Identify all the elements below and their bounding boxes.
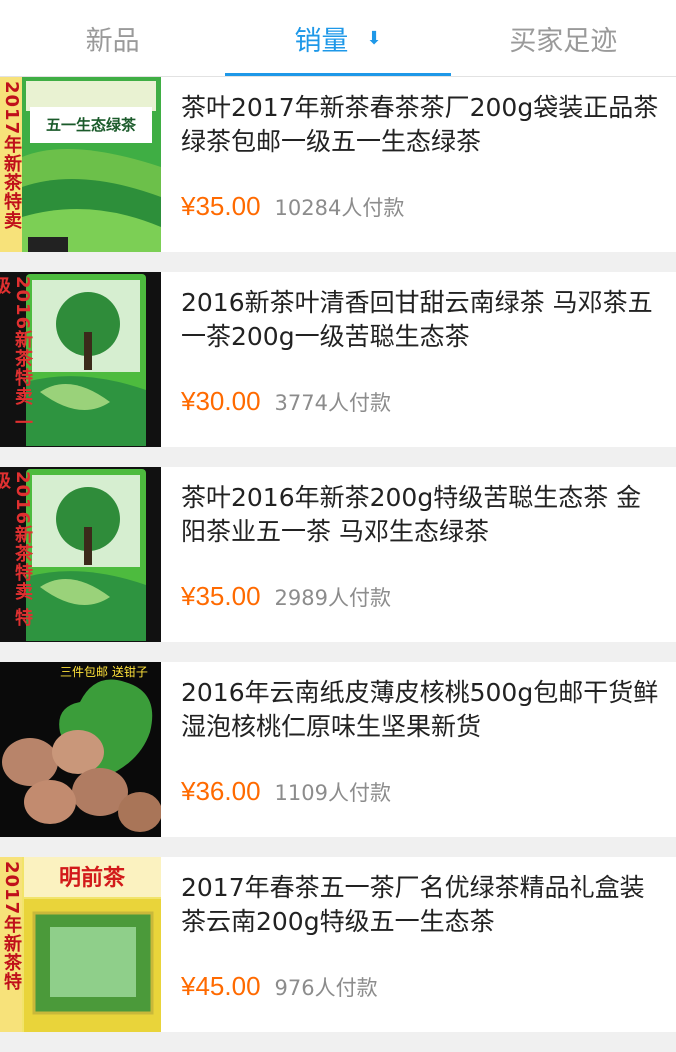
image-caption: 明前茶 (59, 865, 126, 891)
tab-sales[interactable]: 销量 ⬇ (225, 0, 451, 76)
product-image[interactable]: 明前茶 2017年新茶特 (0, 857, 161, 1032)
tab-footprints-label: 买家足迹 (509, 25, 618, 57)
product-title[interactable]: 2016年云南纸皮薄皮核桃500g包邮干货鲜湿泡核桃仁原味生坚果新货 (181, 676, 664, 746)
product-price: ¥45.00 (181, 971, 261, 1001)
sort-tab-bar: 新品 销量 ⬇ 买家足迹 (0, 0, 676, 77)
image-banner: 2016新茶特卖 特级 (0, 467, 33, 642)
image-caption: 五一生态绿茶 (46, 116, 137, 134)
sales-count: 976人付款 (274, 976, 378, 1000)
image-caption: 三件包邮 送钳子 (60, 664, 148, 679)
sales-count: 3774人付款 (274, 391, 391, 415)
sales-count: 1109人付款 (274, 781, 391, 805)
price-row: ¥30.00 3774人付款 (181, 386, 391, 417)
image-banner: 2017年新茶特 (0, 857, 22, 1032)
product-info: 茶叶2016年新茶200g特级苦聪生态茶 金阳茶业五一茶 马邓生态绿茶 ¥35.… (161, 467, 676, 642)
product-info: 2016年云南纸皮薄皮核桃500g包邮干货鲜湿泡核桃仁原味生坚果新货 ¥36.0… (161, 662, 676, 837)
product-card[interactable]: 2016新茶特卖 一级 2016新茶叶清香回甘甜云南绿茶 马邓茶五一茶200g一… (0, 272, 676, 447)
product-image[interactable]: 2016新茶特卖 一级 (0, 272, 161, 447)
product-price: ¥35.00 (181, 581, 261, 611)
product-title[interactable]: 茶叶2017年新茶春茶茶厂200g袋装正品茶绿茶包邮一级五一生态绿茶 (181, 91, 664, 161)
sales-count: 2989人付款 (274, 586, 391, 610)
product-title[interactable]: 茶叶2016年新茶200g特级苦聪生态茶 金阳茶业五一茶 马邓生态绿茶 (181, 481, 664, 551)
product-card[interactable]: 五一生态绿茶 2017年新茶特卖 茶叶2017年新茶春茶茶厂200g袋装正品茶绿… (0, 77, 676, 252)
product-price: ¥30.00 (181, 386, 261, 416)
product-image[interactable]: 五一生态绿茶 2017年新茶特卖 (0, 77, 161, 252)
image-banner: 2017年新茶特卖 (0, 77, 22, 252)
price-row: ¥35.00 10284人付款 (181, 191, 404, 222)
product-card[interactable]: 2016新茶特卖 特级 茶叶2016年新茶200g特级苦聪生态茶 金阳茶业五一茶… (0, 467, 676, 642)
tab-footprints[interactable]: 买家足迹 (451, 0, 676, 76)
tab-sales-label: 销量 (294, 25, 349, 57)
gift-box-image: 明前茶 (0, 857, 161, 1032)
price-row: ¥35.00 2989人付款 (181, 581, 391, 612)
sales-count: 10284人付款 (274, 196, 405, 220)
product-info: 2016新茶叶清香回甘甜云南绿茶 马邓茶五一茶200g一级苦聪生态茶 ¥30.0… (161, 272, 676, 447)
product-price: ¥35.00 (181, 191, 261, 221)
product-info: 茶叶2017年新茶春茶茶厂200g袋装正品茶绿茶包邮一级五一生态绿茶 ¥35.0… (161, 77, 676, 252)
product-card[interactable]: 明前茶 2017年新茶特 2017年春茶五一茶厂名优绿茶精品礼盒装茶云南200g… (0, 857, 676, 1032)
tab-new[interactable]: 新品 (0, 0, 225, 76)
tab-new-label: 新品 (85, 25, 140, 57)
image-banner: 2016新茶特卖 一级 (0, 272, 33, 447)
product-image[interactable]: 2016新茶特卖 特级 (0, 467, 161, 642)
walnut-image: 三件包邮 送钳子 (0, 662, 161, 837)
product-card[interactable]: 三件包邮 送钳子 2016年云南纸皮薄皮核桃500g包邮干货鲜湿泡核桃仁原味生坚… (0, 662, 676, 837)
product-price: ¥36.00 (181, 776, 261, 806)
sort-down-arrow-icon: ⬇ (366, 27, 382, 49)
product-list: 五一生态绿茶 2017年新茶特卖 茶叶2017年新茶春茶茶厂200g袋装正品茶绿… (0, 77, 676, 1052)
product-image[interactable]: 三件包邮 送钳子 (0, 662, 161, 837)
product-title[interactable]: 2017年春茶五一茶厂名优绿茶精品礼盒装茶云南200g特级五一生态茶 (181, 871, 664, 941)
green-tea-bag-image: 五一生态绿茶 (0, 77, 161, 252)
price-row: ¥36.00 1109人付款 (181, 776, 391, 807)
price-row: ¥45.00 976人付款 (181, 971, 378, 1002)
active-tab-indicator (225, 73, 451, 76)
product-info: 2017年春茶五一茶厂名优绿茶精品礼盒装茶云南200g特级五一生态茶 ¥45.0… (161, 857, 676, 1032)
product-title[interactable]: 2016新茶叶清香回甘甜云南绿茶 马邓茶五一茶200g一级苦聪生态茶 (181, 286, 664, 356)
